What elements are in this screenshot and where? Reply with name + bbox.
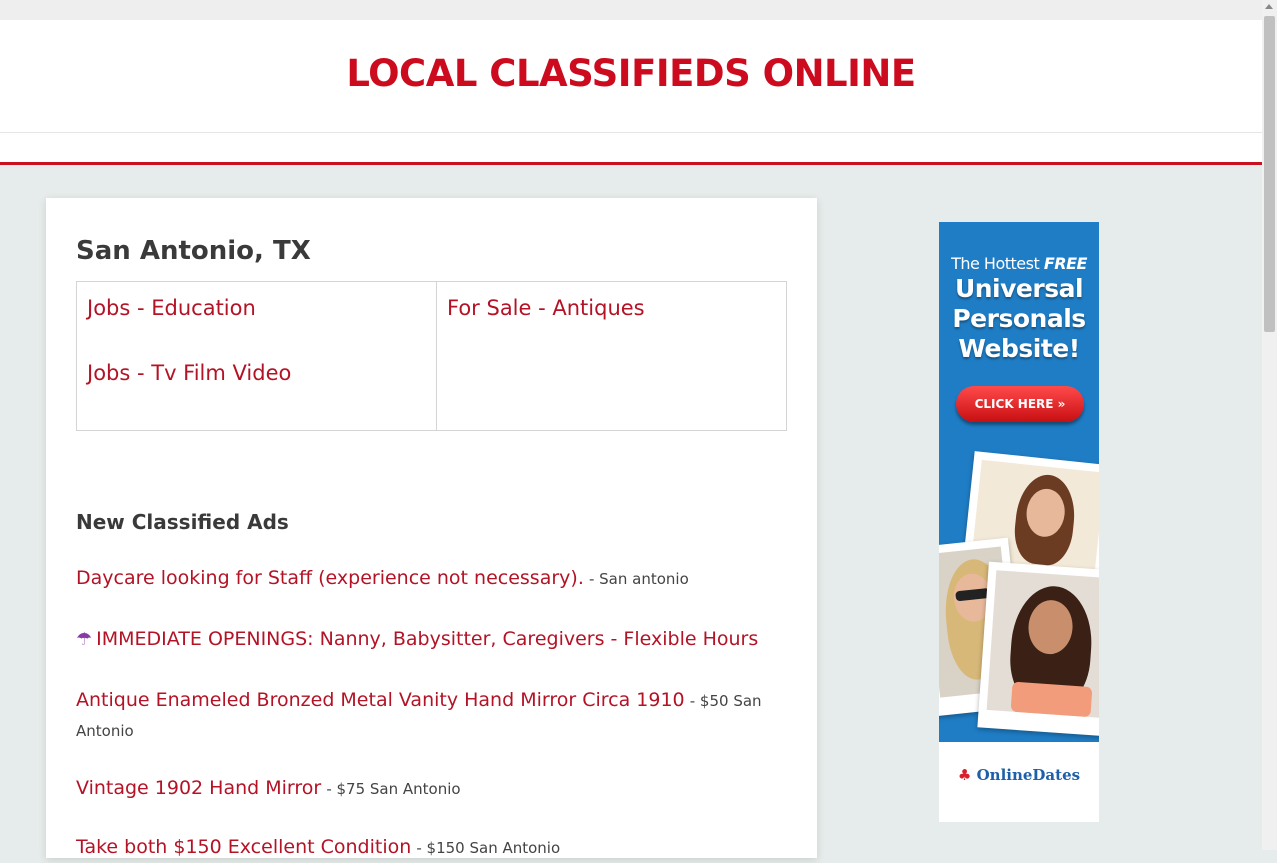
scrollbar[interactable]	[1262, 0, 1277, 850]
banner-photo	[977, 561, 1099, 737]
umbrella-icon: ☂	[76, 629, 93, 650]
ad-title-link[interactable]: IMMEDIATE OPENINGS: Nanny, Babysitter, C…	[96, 628, 758, 650]
category-link[interactable]: Jobs - Education	[87, 296, 256, 320]
browser-top-strip	[0, 0, 1262, 20]
ad-meta: - $150 San Antonio	[416, 839, 561, 857]
banner-headline-3: Website!	[958, 334, 1080, 363]
click-here-button[interactable]: CLICK HERE »	[956, 386, 1084, 422]
ad-list-item: Take both $150 Excellent Condition - $15…	[76, 832, 776, 863]
ad-list-item: Daycare looking for Staff (experience no…	[76, 563, 776, 594]
scrollbar-thumb[interactable]	[1264, 16, 1275, 332]
ad-title-link[interactable]: Antique Enameled Bronzed Metal Vanity Ha…	[76, 689, 685, 711]
ad-list-item: ☂ IMMEDIATE OPENINGS: Nanny, Babysitter, …	[76, 624, 776, 655]
ad-meta: - San antonio	[588, 570, 689, 588]
section-heading: New Classified Ads	[76, 510, 289, 534]
banner-headline-2: Personals	[952, 304, 1086, 333]
category-link[interactable]: Jobs - Tv Film Video	[87, 361, 291, 385]
ad-banner[interactable]: The Hottest FREE Universal Personals Web…	[939, 222, 1099, 822]
nav-bar	[0, 133, 1262, 165]
main-content: San Antonio, TX Jobs - Education Jobs - …	[46, 198, 817, 858]
ad-title-link[interactable]: Daycare looking for Staff (experience no…	[76, 567, 584, 589]
banner-free-text: FREE	[1043, 254, 1088, 273]
banner-logo-text: OnlineDates	[976, 766, 1081, 784]
category-column-right: For Sale - Antiques	[437, 282, 786, 430]
banner-headline-1: Universal	[954, 274, 1084, 303]
category-column-left: Jobs - Education Jobs - Tv Film Video	[77, 282, 437, 430]
ad-title-link[interactable]: Take both $150 Excellent Condition	[76, 836, 411, 858]
page-title: San Antonio, TX	[76, 236, 311, 266]
banner-tagline-text: The Hottest	[951, 254, 1040, 273]
scroll-up-arrow-icon[interactable]	[1265, 4, 1273, 9]
ad-title-link[interactable]: Vintage 1902 Hand Mirror	[76, 777, 321, 799]
site-header: LOCAL CLASSIFIEDS ONLINE	[0, 20, 1262, 133]
ad-list-item: Antique Enameled Bronzed Metal Vanity Ha…	[76, 685, 776, 746]
ad-list-item: Vintage 1902 Hand Mirror - $75 San Anton…	[76, 773, 776, 804]
category-link[interactable]: For Sale - Antiques	[447, 296, 645, 320]
ad-meta: - $75 San Antonio	[326, 780, 461, 798]
banner-tagline: The Hottest FREE	[939, 254, 1099, 273]
banner-logo: ♣ OnlineDates	[939, 766, 1099, 784]
site-title[interactable]: LOCAL CLASSIFIEDS ONLINE	[0, 52, 1262, 95]
onlinedates-logo-icon: ♣	[957, 766, 972, 784]
category-table: Jobs - Education Jobs - Tv Film Video Fo…	[76, 281, 787, 431]
